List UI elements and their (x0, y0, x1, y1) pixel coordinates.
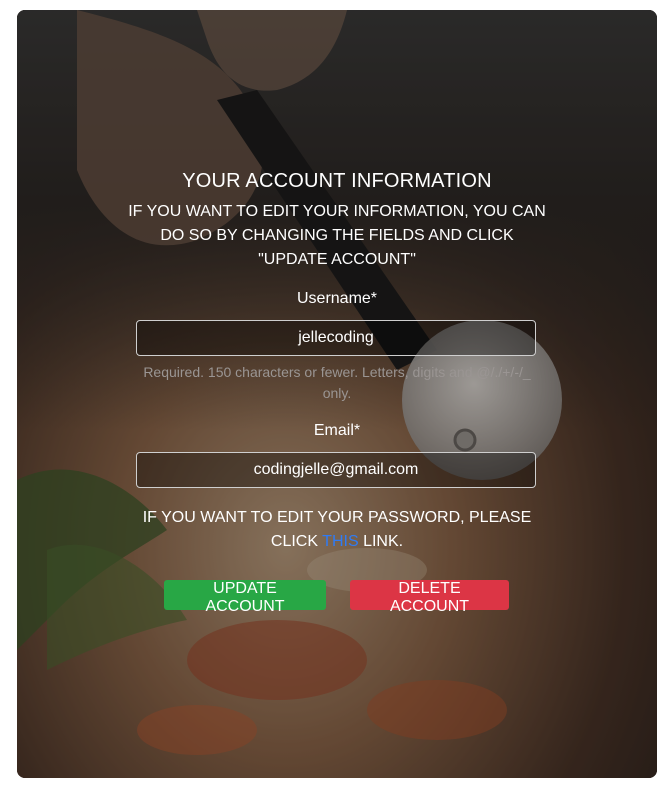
password-note: IF YOU WANT TO EDIT YOUR PASSWORD, PLEAS… (129, 506, 545, 554)
account-form-container: YOUR ACCOUNT INFORMATION IF YOU WANT TO … (17, 10, 657, 778)
username-label: Username* (296, 290, 378, 307)
password-note-suffix: LINK. (363, 533, 404, 550)
email-input[interactable] (136, 452, 536, 488)
update-account-button[interactable]: UPDATE ACCOUNT (164, 580, 326, 615)
username-help-text: Required. 150 characters or fewer. Lette… (143, 364, 531, 401)
delete-account-button[interactable]: DELETE ACCOUNT (350, 580, 509, 615)
username-input[interactable] (136, 320, 536, 356)
account-card: YOUR ACCOUNT INFORMATION IF YOU WANT TO … (17, 10, 657, 778)
page-title: YOUR ACCOUNT INFORMATION (182, 170, 492, 192)
password-change-link[interactable]: THIS (322, 533, 358, 550)
email-label: Email* (313, 422, 361, 439)
page-subtitle: IF YOU WANT TO EDIT YOUR INFORMATION, YO… (128, 203, 546, 268)
